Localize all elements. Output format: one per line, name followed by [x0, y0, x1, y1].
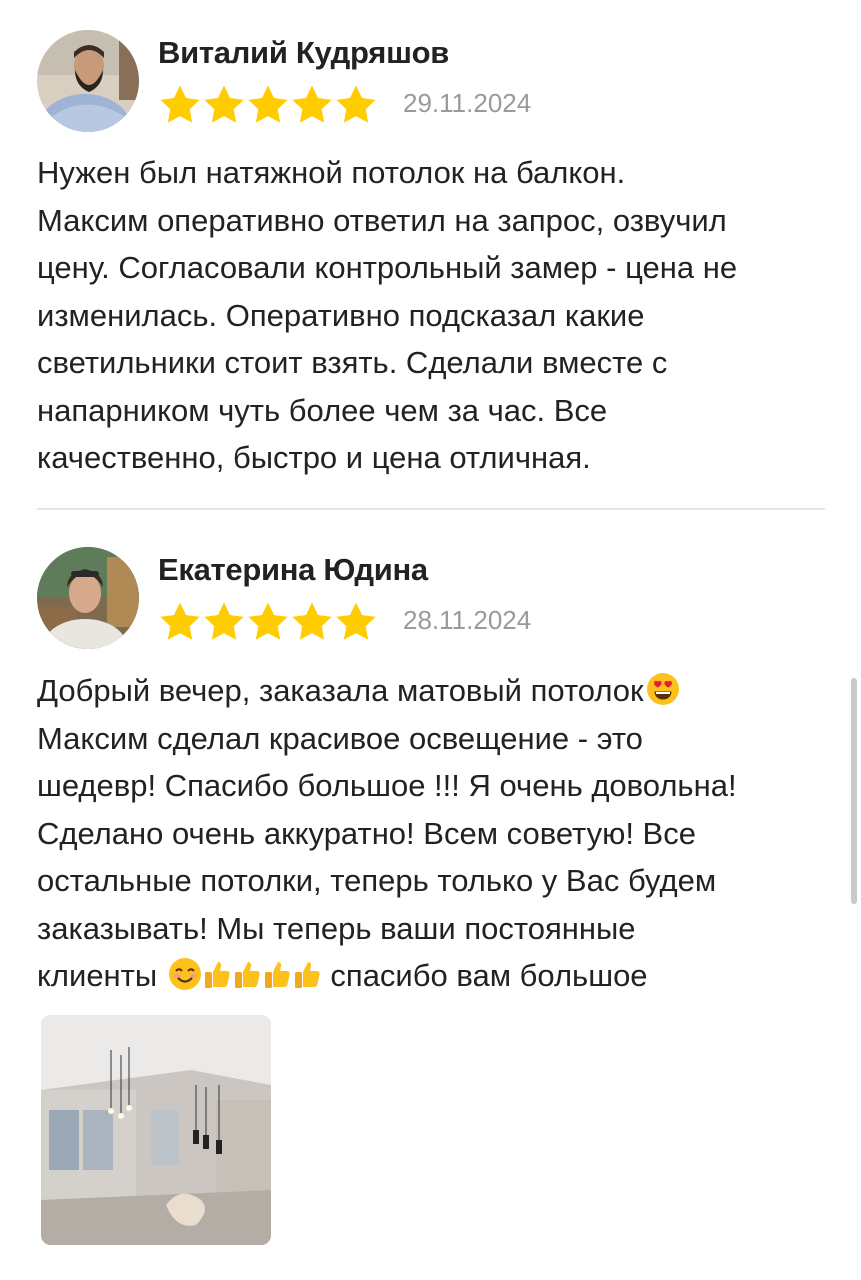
review-text: Добрый вечер, заказала матовый потолок М…	[37, 667, 825, 1006]
thumbs-up-icon	[294, 962, 320, 988]
review-text-line: шедевр! Спасибо большое !!! Я очень дово…	[37, 768, 737, 803]
thumbs-up-icon	[264, 962, 290, 988]
review-text-line: клиенты	[37, 958, 158, 993]
author-name[interactable]: Екатерина Юдина	[158, 552, 428, 588]
review-text: Нужен был натяжной потолок на балкон. Ма…	[37, 155, 738, 475]
review-text-line: заказывать! Мы теперь ваши постоянные	[37, 910, 636, 946]
thumbs-up-icon	[234, 962, 260, 988]
star-icon	[248, 602, 288, 640]
author-name[interactable]: Виталий Кудряшов	[158, 35, 449, 71]
smiling-emoji-icon	[168, 957, 202, 991]
review-header: Екатерина Юдина 28.11.2024	[37, 545, 825, 655]
review-card: Виталий Кудряшов 29.11.2024 Нужен был на…	[37, 28, 825, 482]
star-icon	[204, 85, 244, 123]
avatar[interactable]	[37, 547, 139, 649]
rating-stars	[158, 601, 378, 640]
review-date: 29.11.2024	[403, 88, 532, 118]
review-photo[interactable]	[41, 1015, 271, 1245]
heart-eyes-emoji-icon	[646, 672, 680, 706]
review-text-line: спасибо вам большое	[330, 958, 648, 993]
star-icon	[160, 602, 200, 640]
star-icon	[336, 85, 376, 123]
star-icon	[204, 602, 244, 640]
avatar[interactable]	[37, 30, 139, 132]
star-icon	[292, 85, 332, 123]
review-text-line: Сделано очень аккуратно! Всем советую! В…	[37, 815, 696, 851]
scrollbar[interactable]	[851, 678, 857, 904]
thumbs-up-icon	[204, 962, 230, 988]
review-text-line: остальные потолки, теперь только у Вас б…	[37, 863, 717, 898]
rating-stars	[158, 84, 378, 123]
review-card: Екатерина Юдина 28.11.2024 Добрый вечер,…	[37, 545, 825, 1006]
star-icon	[248, 85, 288, 123]
thumbs-up-group	[202, 958, 322, 1006]
review-date: 28.11.2024	[403, 605, 532, 635]
review-text-line: Максим сделал красивое освещение - это	[37, 720, 643, 756]
review-header: Виталий Кудряшов 29.11.2024	[37, 28, 825, 138]
divider	[37, 508, 825, 510]
review-text-line: Добрый вечер, заказала матовый потолок	[37, 673, 644, 708]
star-icon	[336, 602, 376, 640]
star-icon	[292, 602, 332, 640]
star-icon	[160, 85, 200, 123]
